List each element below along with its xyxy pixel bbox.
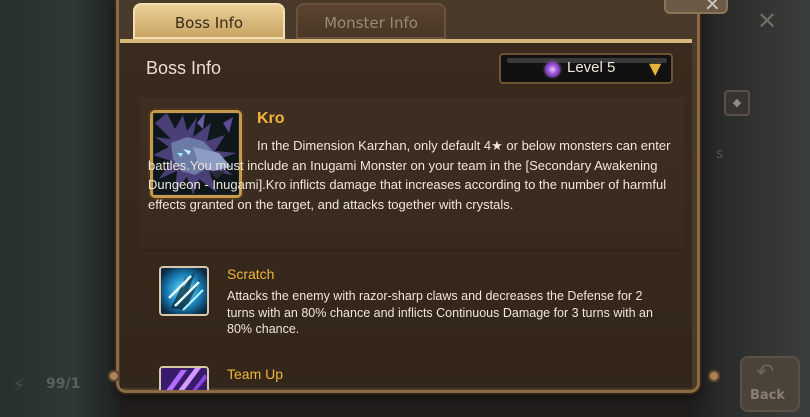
rivet-left bbox=[108, 370, 120, 382]
skill-description-scratch: Attacks the enemy with razor-sharp claws… bbox=[227, 289, 653, 336]
claw-slash-icon-graphic bbox=[161, 268, 207, 314]
back-arrow-icon: ↶ bbox=[756, 360, 775, 385]
rivet-right bbox=[708, 370, 720, 382]
energy-counter: 99/1 bbox=[46, 376, 81, 392]
tab-monster-info[interactable]: Monster Info bbox=[296, 3, 446, 39]
level-dropdown[interactable]: Level 5 ▼ bbox=[499, 53, 673, 84]
section-title: Boss Info bbox=[146, 58, 222, 78]
boss-name: Kro bbox=[257, 110, 285, 127]
background-text: s bbox=[716, 146, 724, 162]
chevron-down-icon: ▼ bbox=[649, 59, 662, 78]
tab-boss-info[interactable]: Boss Info bbox=[133, 3, 285, 39]
team-up-icon-graphic bbox=[161, 368, 207, 390]
panel-close-icon[interactable]: ✕ bbox=[704, 0, 721, 16]
background-left bbox=[0, 0, 120, 417]
level-label: Level 5 bbox=[567, 59, 616, 76]
background-right bbox=[690, 0, 810, 417]
close-icon[interactable]: ✕ bbox=[754, 8, 780, 34]
team-up-icon[interactable] bbox=[159, 366, 209, 390]
diamond-icon[interactable]: ◆ bbox=[724, 90, 750, 116]
tab-underline bbox=[120, 39, 692, 43]
back-button[interactable]: ↶ Back bbox=[740, 356, 800, 412]
dimension-orb-icon bbox=[545, 62, 560, 77]
game-screen: ⚡ 99/1 ✕ ◆ s ↶ Back ✕ Boss Info Monster … bbox=[0, 0, 810, 417]
skill-name-scratch: Scratch bbox=[227, 266, 275, 282]
divider bbox=[140, 250, 684, 251]
back-label: Back bbox=[750, 388, 786, 403]
energy-icon: ⚡ bbox=[12, 373, 27, 397]
skill-name-team-up: Team Up bbox=[227, 366, 284, 382]
boss-description: In the Dimension Karzhan, only default 4… bbox=[148, 138, 671, 212]
claw-slash-icon[interactable] bbox=[159, 266, 209, 316]
